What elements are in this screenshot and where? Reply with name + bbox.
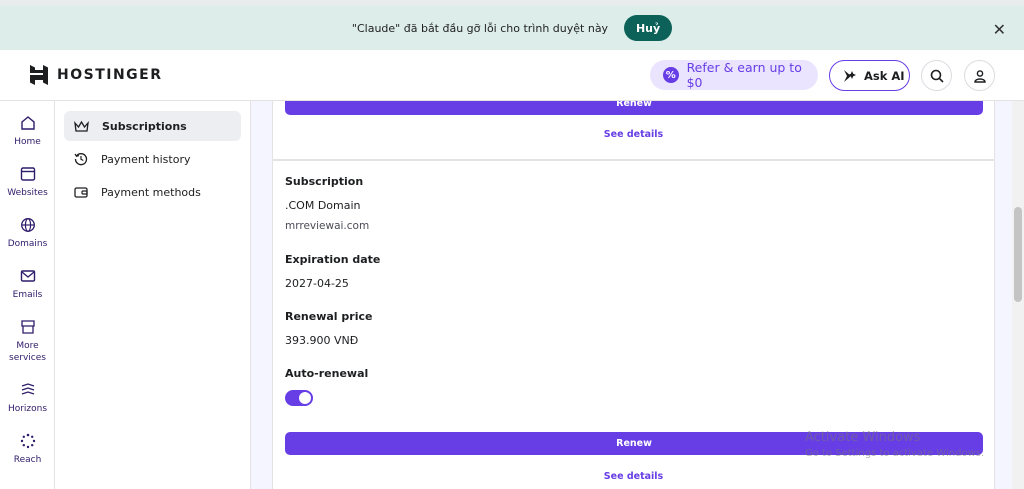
rail-item-horizons[interactable]: Horizons xyxy=(0,382,55,415)
subscription-name: .COM Domain xyxy=(285,199,361,212)
expiration-date-label: Expiration date xyxy=(285,253,381,266)
rail-item-more-services[interactable]: More services xyxy=(0,319,55,364)
rail-label-emails: Emails xyxy=(12,290,43,300)
mail-icon xyxy=(20,270,35,282)
search-icon xyxy=(930,69,944,83)
rail-label-more-services: More services xyxy=(9,341,46,363)
ask-ai-label: Ask AI xyxy=(864,68,905,83)
percent-icon: % xyxy=(663,67,679,83)
horizons-icon xyxy=(21,383,34,395)
watermark-title: Activate Windows xyxy=(805,430,921,445)
globe-icon xyxy=(20,218,35,232)
watermark-subtitle: Go to Settings to activate Windows. xyxy=(805,448,985,459)
toggle-knob xyxy=(299,392,311,404)
subnav-item-payment-history[interactable]: Payment history xyxy=(64,144,241,174)
rail-label-home: Home xyxy=(14,137,41,147)
rail-item-emails[interactable]: Emails xyxy=(0,268,55,301)
sparkle-icon xyxy=(844,69,856,82)
see-details-link[interactable]: See details xyxy=(273,471,994,482)
expiration-date-value: 2027-04-25 xyxy=(285,277,349,290)
see-details-link-previous[interactable]: See details xyxy=(273,129,994,140)
browser-icon xyxy=(20,167,35,181)
close-icon[interactable]: ✕ xyxy=(993,20,1006,39)
cancel-debug-button[interactable]: Huỷ xyxy=(624,15,673,41)
loader-icon xyxy=(20,433,35,449)
user-icon xyxy=(973,69,986,83)
renew-button-previous[interactable]: Renew xyxy=(285,101,983,115)
ask-ai-button[interactable]: Ask AI xyxy=(829,60,910,91)
subscription-domain: mrreviewai.com xyxy=(285,220,370,232)
logo[interactable]: HOSTINGER xyxy=(29,64,163,86)
rail-item-reach[interactable]: Reach xyxy=(0,433,55,466)
rail-label-horizons: Horizons xyxy=(7,404,48,414)
debug-banner-text: "Claude" đã bắt đầu gỡ lỗi cho trình duy… xyxy=(351,21,609,35)
windows-activation-watermark: Activate Windows Go to Settings to activ… xyxy=(805,430,984,459)
refer-earn-label: Refer & earn up to $0 xyxy=(686,60,802,90)
main-nav-rail: Home Websites Domains Emails More servic… xyxy=(0,101,55,489)
account-button[interactable] xyxy=(964,60,995,91)
home-icon xyxy=(20,116,35,130)
subnav-label-subscriptions: Subscriptions xyxy=(102,119,187,133)
rail-label-websites: Websites xyxy=(7,188,48,198)
renewal-price-label: Renewal price xyxy=(285,310,373,323)
subnav-label-payment-history: Payment history xyxy=(101,152,191,166)
top-header: HOSTINGER % Refer & earn up to $0 Ask AI xyxy=(0,50,1024,101)
subscription-label: Subscription xyxy=(285,175,364,188)
rail-label-domains: Domains xyxy=(7,239,48,249)
scrollbar-thumb[interactable] xyxy=(1014,207,1022,302)
hostinger-logo-icon xyxy=(30,65,48,85)
debug-banner: "Claude" đã bắt đầu gỡ lỗi cho trình duy… xyxy=(0,0,1024,50)
wallet-icon xyxy=(74,186,88,198)
scrollbar[interactable] xyxy=(1012,101,1024,489)
rail-item-domains[interactable]: Domains xyxy=(0,217,55,250)
store-icon xyxy=(20,320,35,334)
history-icon xyxy=(74,153,88,166)
subnav-item-payment-methods[interactable]: Payment methods xyxy=(64,177,241,207)
renewal-price-value: 393.900 VNĐ xyxy=(285,334,359,347)
auto-renewal-label: Auto-renewal xyxy=(285,367,369,380)
rail-item-websites[interactable]: Websites xyxy=(0,166,55,199)
billing-subnav: Subscriptions Payment history Payment me… xyxy=(55,101,251,489)
subscription-card-previous: Renew See details xyxy=(272,101,995,160)
crown-icon xyxy=(74,120,89,132)
rail-item-home[interactable]: Home xyxy=(0,115,55,148)
subnav-label-payment-methods: Payment methods xyxy=(101,185,201,199)
logo-text: HOSTINGER xyxy=(57,67,163,83)
refer-earn-button[interactable]: % Refer & earn up to $0 xyxy=(650,60,818,90)
auto-renewal-toggle[interactable] xyxy=(285,390,313,406)
subnav-item-subscriptions[interactable]: Subscriptions xyxy=(64,111,241,141)
search-button[interactable] xyxy=(921,60,952,91)
rail-label-reach: Reach xyxy=(13,455,42,465)
